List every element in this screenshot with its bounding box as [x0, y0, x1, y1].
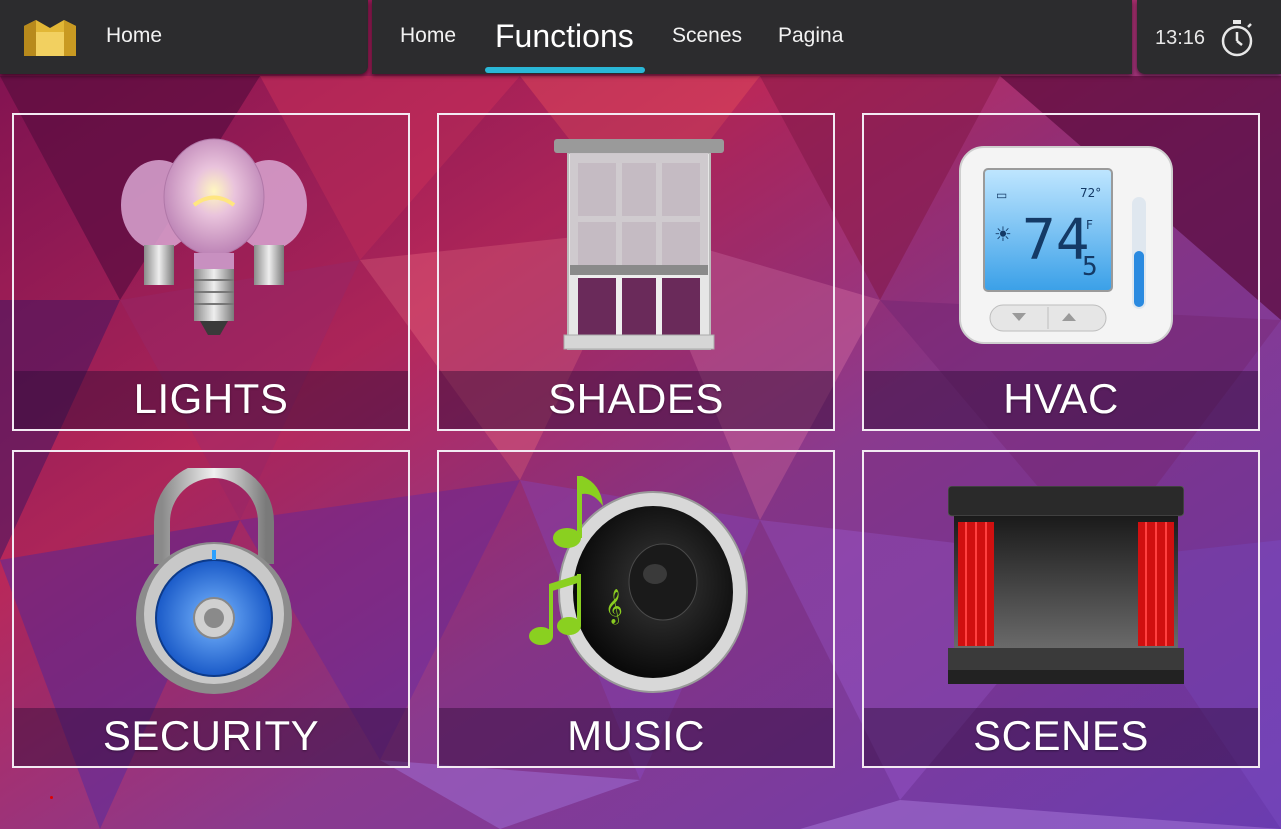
- svg-text:☀: ☀: [994, 222, 1012, 246]
- nav-scenes[interactable]: Scenes: [672, 24, 742, 48]
- header-left-panel: Home: [0, 0, 368, 74]
- hvac-unit: F: [1086, 218, 1093, 232]
- svg-text:𝄞: 𝄞: [605, 589, 623, 625]
- speaker-icon: 𝄞: [529, 476, 748, 693]
- nav-home[interactable]: Home: [400, 24, 456, 48]
- header-nav-panel: [372, 0, 1132, 74]
- top-bar: Home Home Functions Scenes Pagina 13:16: [0, 0, 1281, 76]
- light-bulbs-icon: [121, 138, 307, 335]
- tile-shades[interactable]: SHADES: [437, 113, 835, 431]
- hvac-temperature: 74: [1022, 208, 1089, 273]
- hvac-setpoint: 72°: [1080, 186, 1101, 200]
- thermostat-icon: ▭ ☀ 74 5 F 72°: [959, 146, 1173, 344]
- indicator-dot: [50, 796, 53, 799]
- tile-music[interactable]: 𝄞 MUSIC: [437, 450, 835, 768]
- home-logo-icon[interactable]: [22, 18, 78, 58]
- active-tab-indicator: [485, 67, 645, 73]
- home-title[interactable]: Home: [106, 24, 162, 48]
- tile-label-lights: LIGHTS: [133, 375, 289, 422]
- stage-icon: [948, 486, 1184, 684]
- padlock-icon: [136, 468, 292, 694]
- tile-label-scenes: SCENES: [973, 712, 1149, 759]
- tile-hvac[interactable]: ▭ ☀ 74 5 F 72° HVAC: [862, 113, 1260, 431]
- tile-label-security: SECURITY: [102, 712, 320, 759]
- tile-lights[interactable]: LIGHTS: [12, 113, 410, 431]
- tile-label-music: MUSIC: [567, 712, 705, 759]
- nav-functions[interactable]: Functions: [495, 18, 634, 55]
- hvac-temperature-decimal: 5: [1082, 252, 1098, 282]
- nav-pagina[interactable]: Pagina: [778, 24, 843, 48]
- tile-security[interactable]: SECURITY: [12, 450, 410, 768]
- clock: 13:16: [1155, 27, 1206, 49]
- window-shade-icon: [554, 139, 724, 350]
- header-right-panel: 13:16: [1137, 0, 1281, 74]
- tile-label-hvac: HVAC: [1003, 375, 1119, 422]
- svg-text:▭: ▭: [996, 188, 1007, 202]
- tile-label-shades: SHADES: [548, 375, 724, 422]
- tile-scenes[interactable]: SCENES: [862, 450, 1260, 768]
- stopwatch-icon[interactable]: [1219, 18, 1255, 58]
